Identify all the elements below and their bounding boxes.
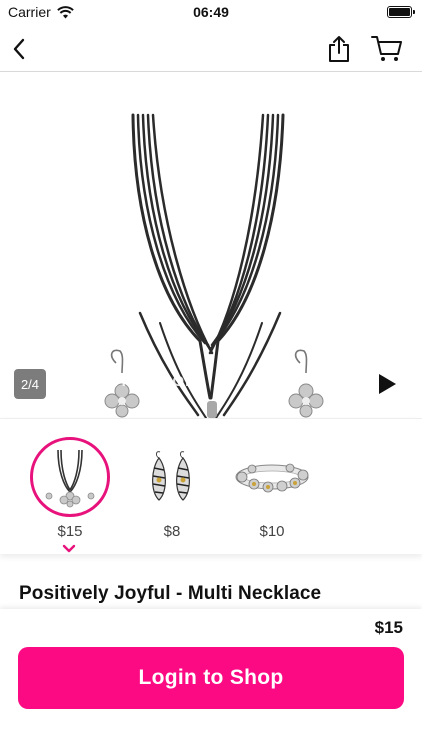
necklace-thumbnail	[30, 437, 110, 517]
bracelet-thumbnail	[232, 437, 312, 517]
look-item-bracelet[interactable]: $10	[222, 419, 322, 555]
shop-the-look-watermark: SHOP THE LOOK	[60, 373, 197, 390]
cart-button[interactable]	[370, 32, 404, 66]
share-button[interactable]	[322, 32, 356, 66]
product-image-gallery[interactable]: 2/4 SHOP THE LOOK	[0, 73, 422, 418]
image-counter: 2/4	[14, 369, 46, 399]
play-icon	[379, 374, 396, 394]
look-item-price: $8	[163, 523, 181, 540]
battery-icon	[387, 6, 415, 18]
look-item-earrings[interactable]: $8	[122, 419, 222, 555]
look-item-necklace[interactable]: $15	[20, 419, 120, 555]
shop-the-look-strip: $15 $8 $10	[0, 418, 422, 554]
bottom-action-panel: $15 Login to Shop	[0, 609, 422, 750]
share-icon	[329, 36, 349, 62]
cart-icon	[371, 36, 402, 61]
earrings-thumbnail	[132, 437, 212, 517]
status-bar: Carrier 06:49	[0, 0, 422, 26]
look-item-price: $10	[259, 523, 285, 540]
back-button[interactable]	[2, 32, 36, 66]
necklace-image	[104, 113, 324, 418]
nav-bar	[0, 26, 422, 72]
login-to-shop-button[interactable]: Login to Shop	[18, 647, 404, 709]
look-item-price: $15	[57, 523, 83, 540]
clock: 06:49	[193, 4, 229, 20]
chevron-down-icon	[62, 544, 76, 553]
play-button[interactable]	[374, 371, 400, 397]
chevron-left-icon	[13, 38, 25, 60]
product-price: $15	[374, 618, 403, 637]
product-title: Positively Joyful - Multi Necklace	[19, 583, 322, 604]
